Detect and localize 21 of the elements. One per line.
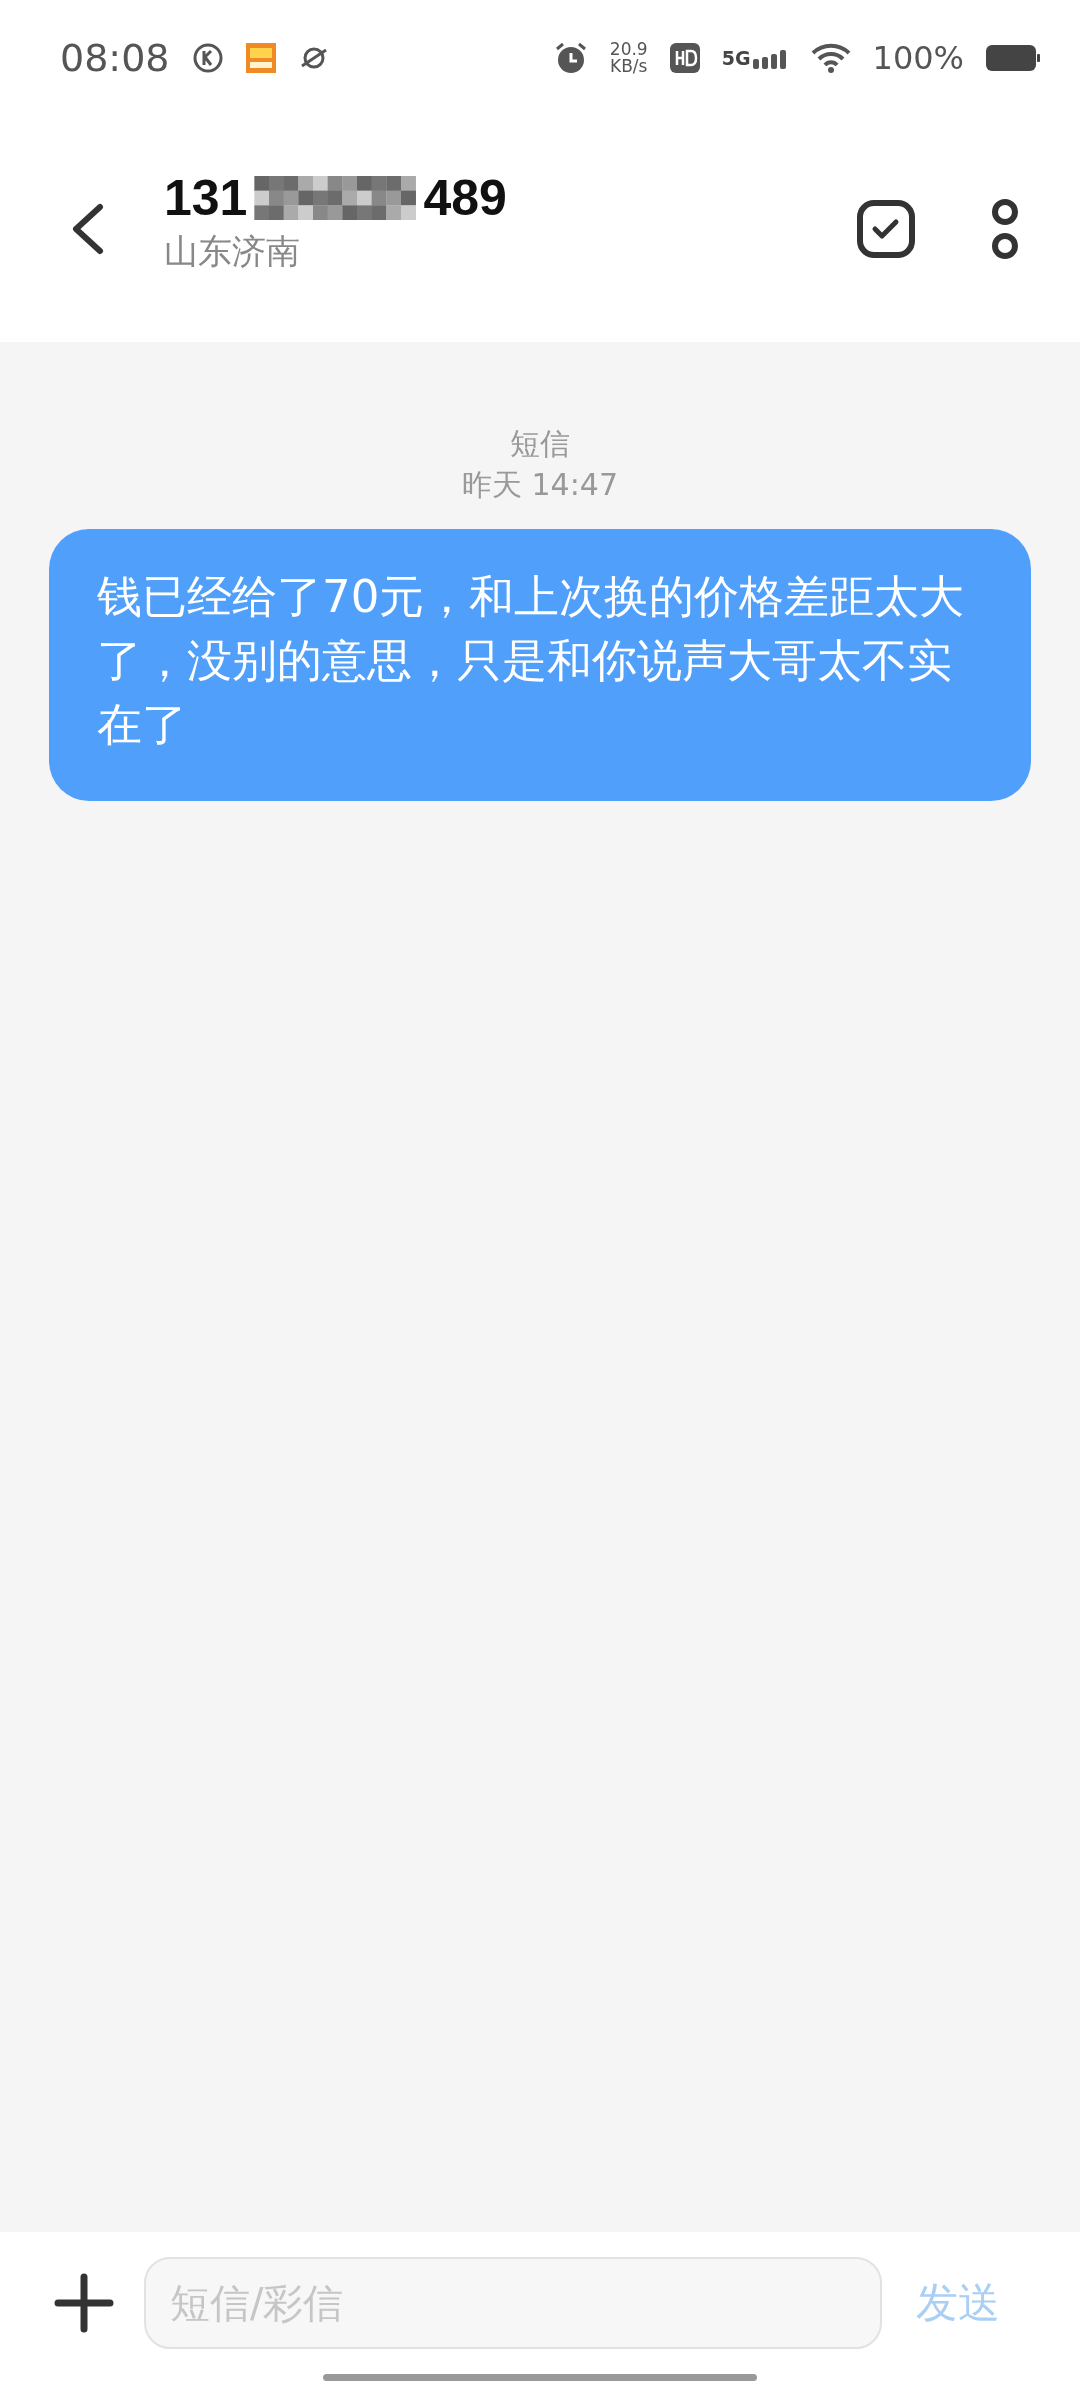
contact-location: 山东济南 xyxy=(164,230,301,273)
channel-label: 短信 xyxy=(510,425,570,463)
phone-number-end: 489 xyxy=(423,169,507,227)
wifi-icon xyxy=(810,42,851,74)
network-type: 5G xyxy=(721,47,751,69)
signal-icon xyxy=(752,47,789,69)
select-button[interactable] xyxy=(856,199,916,259)
hd-icon xyxy=(669,43,700,73)
speed-value: 20.9 xyxy=(609,41,648,58)
battery-percent: 100% xyxy=(872,39,964,77)
add-button[interactable] xyxy=(52,2271,116,2335)
alarm-icon xyxy=(553,41,588,75)
message-bubble: 钱已经给了70元，和上次换的价格差距太大了，没别的意思，只是和你说声大哥太不实在了 xyxy=(49,529,1031,801)
app-icon xyxy=(245,43,276,73)
speed-unit: KB/s xyxy=(610,58,648,75)
k-circle-icon xyxy=(191,42,224,74)
message-timestamp: 昨天 14:47 xyxy=(462,465,618,504)
more-button[interactable] xyxy=(990,197,1020,261)
phone-number-start: 131 xyxy=(164,169,248,227)
battery-icon xyxy=(986,45,1040,71)
clock-time: 08:08 xyxy=(60,36,170,80)
